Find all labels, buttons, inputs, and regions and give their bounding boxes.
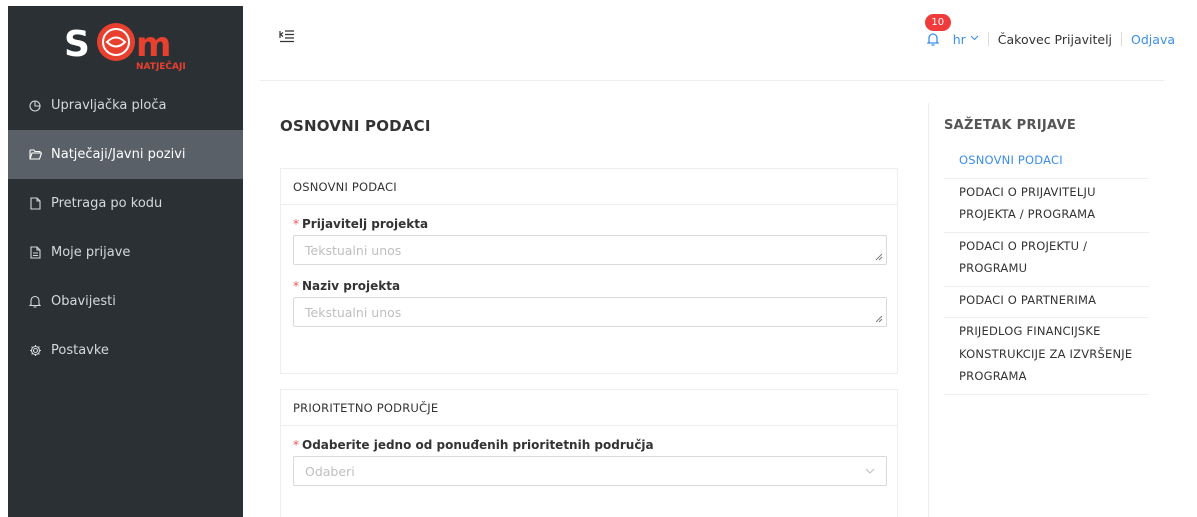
sidebar-item-calls[interactable]: Natječaji/Javni pozivi [8,130,243,179]
header-divider [260,80,1164,81]
section-title: PRIORITETNO PODRUČJE [281,390,897,426]
file-text-icon [27,246,43,259]
field-label: * Naziv projekta [293,279,401,293]
divider [987,32,989,46]
chevron-down-icon [865,468,875,474]
sidebar-item-search-by-code[interactable]: Pretraga po kodu [8,179,243,228]
application-summary: SAŽETAK PRIJAVE OSNOVNI PODACI PODACI O … [928,103,1150,517]
divider [1121,32,1123,46]
summary-list: OSNOVNI PODACI PODACI O PRIJAVITELJU PRO… [944,147,1149,395]
chevron-down-icon [970,34,979,44]
user-name: Čakovec Prijavitelj [997,31,1113,47]
priority-area-select[interactable]: Odaberi [293,456,887,486]
required-marker: * [293,438,299,452]
section-priority-area: PRIORITETNO PODRUČJE * Odaberite jedno od… [280,389,898,517]
summary-item-financial-proposal[interactable]: PRIJEDLOG FINANCIJSKE KONSTRUKCIJE ZA IZ… [944,318,1149,395]
placeholder: Odaberi [305,464,355,479]
sidebar-item-label: Upravljačka ploča [51,98,167,113]
sidebar-item-dashboard[interactable]: Upravljačka ploča [8,81,243,130]
placeholder: Tekstualni unos [305,305,402,320]
main-content: OSNOVNI PODACI OSNOVNI PODACI * Prijavite… [280,100,900,517]
gear-icon [27,344,43,357]
resize-grip-icon[interactable] [875,253,883,261]
summary-title: SAŽETAK PRIJAVE [944,118,1077,133]
placeholder: Tekstualni unos [305,243,402,258]
sidebar-item-label: Moje prijave [51,245,131,260]
summary-item-project-data[interactable]: PODACI O PROJEKTU / PROGRAMU [944,233,1149,287]
required-marker: * [293,279,299,293]
logout-link[interactable]: Odjava [1131,32,1175,47]
svg-text:m: m [136,25,171,65]
applicant-textarea[interactable]: Tekstualni unos [293,235,887,265]
header-user-area: 10 hr Čakovec Prijavitelj Odjava [924,14,1175,48]
form-field: * Naziv projekta Tekstualni unos [281,279,897,327]
summary-item-basic-data[interactable]: OSNOVNI PODACI [944,147,1149,179]
sidebar: S m NATJEČAJI Upravljačka ploča Natječaj… [8,6,243,517]
summary-item-partners-data[interactable]: PODACI O PARTNERIMA [944,287,1149,318]
field-label: * Prijavitelj projekta [293,217,429,231]
form-field: * Odaberite jedno od ponuđenih prioritetn… [281,438,897,486]
page-title: OSNOVNI PODACI [280,117,431,135]
pie-chart-icon [27,99,43,112]
sidebar-nav: Upravljačka ploča Natječaji/Javni pozivi… [8,81,243,375]
svg-text:NATJEČAJI: NATJEČAJI [136,60,186,72]
resize-grip-icon[interactable] [875,315,883,323]
sidebar-item-label: Obavijesti [51,294,116,309]
sidebar-item-label: Natječaji/Javni pozivi [51,147,186,162]
folder-open-icon [27,149,43,160]
required-marker: * [293,217,299,231]
notifications-bell-icon[interactable]: 10 [924,14,951,48]
form-field: * Prijavitelj projekta Tekstualni unos [281,217,897,265]
sidebar-item-my-applications[interactable]: Moje prijave [8,228,243,277]
summary-item-applicant-data[interactable]: PODACI O PRIJAVITELJU PROJEKTA / PROGRAM… [944,179,1149,233]
section-basic-data: OSNOVNI PODACI * Prijavitelj projekta Tek… [280,168,898,374]
field-label: * Odaberite jedno od ponuđenih prioritetn… [293,438,654,452]
language-selector[interactable]: hr [953,32,979,47]
project-name-textarea[interactable]: Tekstualni unos [293,297,887,327]
section-title: OSNOVNI PODACI [281,169,897,205]
svg-text:S: S [64,24,90,65]
sidebar-item-label: Postavke [51,343,109,358]
sidebar-item-notifications[interactable]: Obavijesti [8,277,243,326]
logo-icon: S m NATJEČAJI [64,22,186,72]
sidebar-item-label: Pretraga po kodu [51,196,163,211]
top-header: 10 hr Čakovec Prijavitelj Odjava [243,6,1197,74]
app-logo[interactable]: S m NATJEČAJI [8,6,243,81]
notification-count-badge: 10 [924,14,951,31]
file-icon [27,197,43,210]
language-code: hr [952,31,966,47]
menu-fold-icon[interactable] [279,28,295,44]
sidebar-item-settings[interactable]: Postavke [8,326,243,375]
bell-icon [27,295,43,308]
